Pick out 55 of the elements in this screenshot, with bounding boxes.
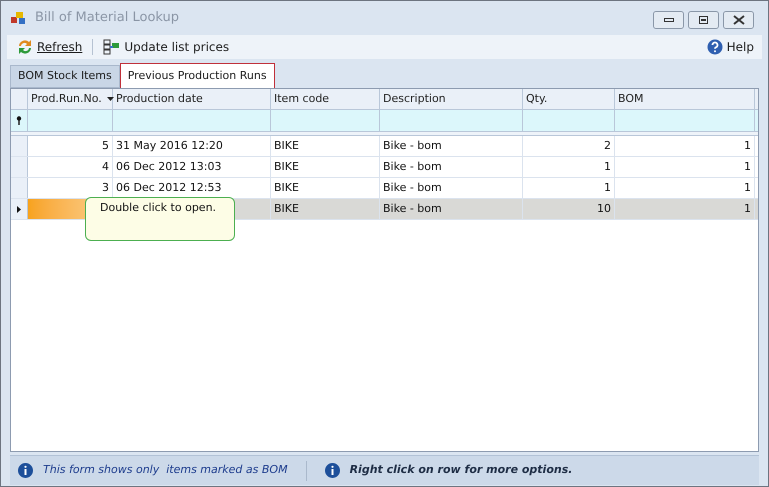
table-cell-text: 4	[102, 158, 109, 175]
maximize-icon	[699, 16, 708, 24]
info-icon	[18, 463, 33, 478]
sort-arrow-icon	[106, 97, 114, 101]
table-cell-text: 2	[604, 138, 611, 154]
table-cell-text: 06 Dec 2012 12:53	[116, 180, 222, 196]
row-pointer-icon	[17, 206, 21, 212]
status-text: Right click on row for more options.	[350, 462, 572, 478]
table-cell-text: 1	[604, 180, 611, 196]
table-row[interactable]: 5 31 May 2016 12:20 BIKE Bike - bom 2 1	[11, 136, 758, 157]
table-cell-text: BIKE	[274, 158, 299, 175]
table-cell-text: 1	[744, 180, 751, 196]
table-row[interactable]: 4 06 Dec 2012 13:03 BIKE Bike - bom 1 1	[11, 157, 758, 178]
table-cell-text: 1	[744, 200, 751, 217]
minimize-icon	[664, 18, 674, 22]
table-cell-text: 5	[102, 138, 109, 154]
minimize-button[interactable]	[653, 11, 684, 29]
column-header[interactable]: Description	[380, 89, 523, 109]
tooltip: Double click to open.	[85, 197, 235, 241]
app-icon	[11, 11, 27, 25]
column-header[interactable]: Prod.Run.No.	[28, 89, 113, 109]
table-cell-text: Bike - bom	[383, 200, 442, 217]
table-cell-text: 10	[597, 200, 611, 217]
table-cell-text: BIKE	[274, 180, 299, 196]
tab[interactable]: BOM Stock Items	[10, 65, 120, 88]
table-cell-text: Bike - bom	[383, 138, 442, 154]
table-cell-text: Bike - bom	[383, 158, 442, 175]
column-header[interactable]: Production date	[113, 89, 271, 109]
table-row[interactable]: 3 06 Dec 2012 12:53 BIKE Bike - bom 1 1	[11, 178, 758, 199]
status-text: This form shows only items marked as BOM	[43, 462, 288, 478]
column-header[interactable]: Qty.	[523, 89, 615, 109]
tab[interactable]: Previous Production Runs	[120, 63, 275, 89]
table-cell-text: 3	[102, 180, 109, 196]
update-prices-button[interactable]: Update list prices	[101, 36, 232, 58]
maximize-button[interactable]	[688, 11, 719, 29]
refresh-icon	[17, 39, 33, 55]
window-title: Bill of Material Lookup	[35, 9, 180, 28]
table-cell-text: Bike - bom	[383, 180, 442, 196]
column-header[interactable]: BOM	[615, 89, 755, 109]
table-cell-text: 1	[744, 158, 751, 175]
help-icon	[706, 39, 723, 55]
close-icon	[732, 15, 744, 25]
list-icon	[103, 39, 120, 55]
refresh-button[interactable]: Refresh	[15, 36, 84, 58]
table-cell-text: 1	[744, 138, 751, 154]
table-cell-text: 06 Dec 2012 13:03	[116, 158, 222, 175]
table-cell-text: 31 May 2016 12:20	[116, 138, 223, 154]
table-cell-text: BIKE	[274, 138, 299, 154]
filter-pin-icon	[16, 116, 22, 125]
table-cell-text: BIKE	[274, 200, 299, 217]
info-icon	[324, 463, 340, 478]
help-button[interactable]: Help	[706, 38, 754, 56]
table-cell-text: 1	[604, 158, 611, 175]
close-button[interactable]	[723, 11, 754, 29]
column-header[interactable]: Item code	[271, 89, 380, 109]
